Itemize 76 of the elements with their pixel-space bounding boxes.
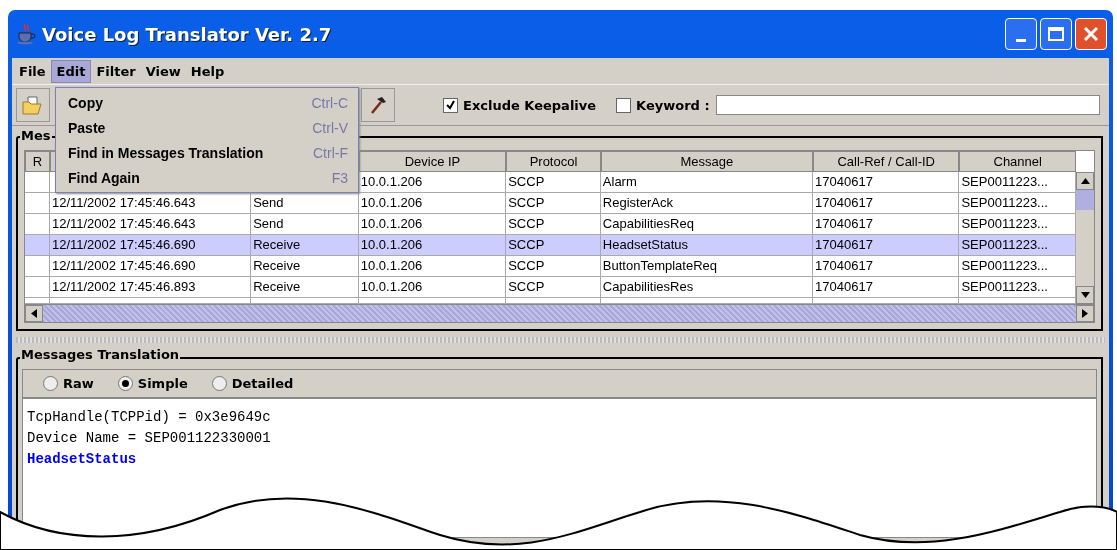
mode-radio-button[interactable]: Detailed	[211, 376, 294, 391]
translation-line: HeadsetStatus	[27, 450, 138, 469]
table-cell[interactable]: 17040617	[813, 172, 960, 193]
keyword-input-field[interactable]	[715, 95, 1100, 115]
horizontal-scrollbar[interactable]	[24, 305, 1095, 323]
group-title: Mes	[20, 128, 52, 143]
menu-item[interactable]: File	[14, 60, 51, 82]
table-cell[interactable]: SEP0011223...	[959, 235, 1076, 256]
mode-radio-button[interactable]: Raw	[43, 376, 94, 391]
table-cell[interactable]: SCCP	[506, 193, 601, 214]
close-button[interactable]	[1075, 18, 1107, 50]
window-title: Voice Log Translator Ver. 2.7	[42, 23, 332, 45]
table-cell[interactable]: 10.0.1.206	[358, 235, 507, 256]
table-cell[interactable]: HeadsetStatus	[600, 235, 813, 256]
close-icon	[1082, 25, 1100, 43]
menu-item[interactable]: Paste Ctrl-V	[56, 115, 358, 140]
table-cell[interactable]: 10.0.1.206	[358, 193, 507, 214]
keyword-checkbox[interactable]: Keyword :	[616, 97, 710, 113]
table-cell[interactable]: 10.0.1.206	[358, 256, 507, 277]
table-cell[interactable]	[25, 193, 50, 214]
table-cell[interactable]: SCCP	[506, 256, 601, 277]
table-cell[interactable]	[25, 256, 50, 277]
table-cell[interactable]: 12/11/2002 17:45:46.690	[49, 235, 252, 256]
table-cell[interactable]: 12/11/2002 17:45:46.893	[49, 277, 252, 298]
table-cell[interactable]: RegisterAck	[600, 193, 813, 214]
translation-line: TcpHandle(TCPPid) = 0x3e9649c	[27, 408, 272, 427]
menu-item[interactable]: Edit	[50, 59, 92, 83]
column-header[interactable]: Channel	[959, 151, 1076, 172]
mode-radio-button[interactable]: Simple	[117, 376, 188, 391]
table-cell[interactable]	[25, 172, 50, 193]
vertical-scrollbar[interactable]	[1076, 172, 1094, 304]
table-cell[interactable]: SCCP	[506, 235, 601, 256]
table-cell[interactable]: Receive	[251, 256, 359, 277]
translation-line: Device Name = SEP001122330001	[27, 429, 272, 448]
left-arrow-icon[interactable]	[31, 309, 37, 318]
group-title: Messages Translation	[20, 347, 181, 362]
minimize-button[interactable]	[1005, 18, 1037, 50]
exclude-keepalive-checkbox[interactable]: Exclude Keepalive	[443, 97, 597, 113]
table-cell[interactable]: 12/11/2002 17:45:46.690	[49, 256, 252, 277]
table-cell[interactable]: ButtonTemplateReq	[600, 256, 813, 277]
table-cell[interactable]: SCCP	[506, 172, 601, 193]
down-arrow-icon[interactable]	[1080, 292, 1090, 298]
table-cell[interactable]: Receive	[251, 277, 359, 298]
up-arrow-icon[interactable]	[1080, 178, 1090, 184]
table-cell[interactable]: CapabilitiesRes	[600, 277, 813, 298]
checkmark-icon	[445, 99, 456, 111]
menu-item[interactable]: Find Again F3	[56, 165, 358, 190]
menu-item[interactable]: Copy Ctrl-C	[56, 90, 358, 115]
column-header[interactable]: Message	[600, 151, 813, 172]
hammer-icon	[368, 95, 388, 115]
coffee-cup-icon	[16, 23, 36, 45]
column-header[interactable]: R	[25, 151, 50, 172]
table-cell[interactable]: 10.0.1.206	[358, 277, 507, 298]
table-cell[interactable]: Receive	[251, 235, 359, 256]
table-cell[interactable]: 17040617	[813, 277, 960, 298]
hammer-button[interactable]	[361, 88, 395, 122]
menu-item[interactable]: View	[140, 60, 186, 82]
right-arrow-icon[interactable]	[1082, 309, 1088, 318]
open-file-button[interactable]	[16, 88, 50, 122]
column-header[interactable]: Protocol	[506, 151, 601, 172]
menu-item[interactable]: Find in Messages Translation Ctrl-F	[56, 140, 358, 165]
menu-item[interactable]: Filter	[91, 60, 141, 82]
menu-item[interactable]: Help	[185, 60, 230, 82]
splitter-handle[interactable]	[16, 337, 1105, 343]
table-cell[interactable]: 17040617	[813, 193, 960, 214]
table-cell[interactable]: 17040617	[813, 256, 960, 277]
table-cell[interactable]: SCCP	[506, 277, 601, 298]
maximize-button[interactable]	[1040, 18, 1072, 50]
table-cell[interactable]	[25, 277, 50, 298]
folder-icon	[22, 95, 44, 115]
column-header[interactable]: Call-Ref / Call-ID	[813, 151, 960, 172]
column-header[interactable]: Device IP	[358, 151, 507, 172]
table-cell[interactable]: Alarm	[600, 172, 813, 193]
table-cell[interactable]: 17040617	[813, 235, 960, 256]
scroll-thumb[interactable]	[1076, 190, 1094, 210]
table-cell[interactable]	[25, 235, 50, 256]
